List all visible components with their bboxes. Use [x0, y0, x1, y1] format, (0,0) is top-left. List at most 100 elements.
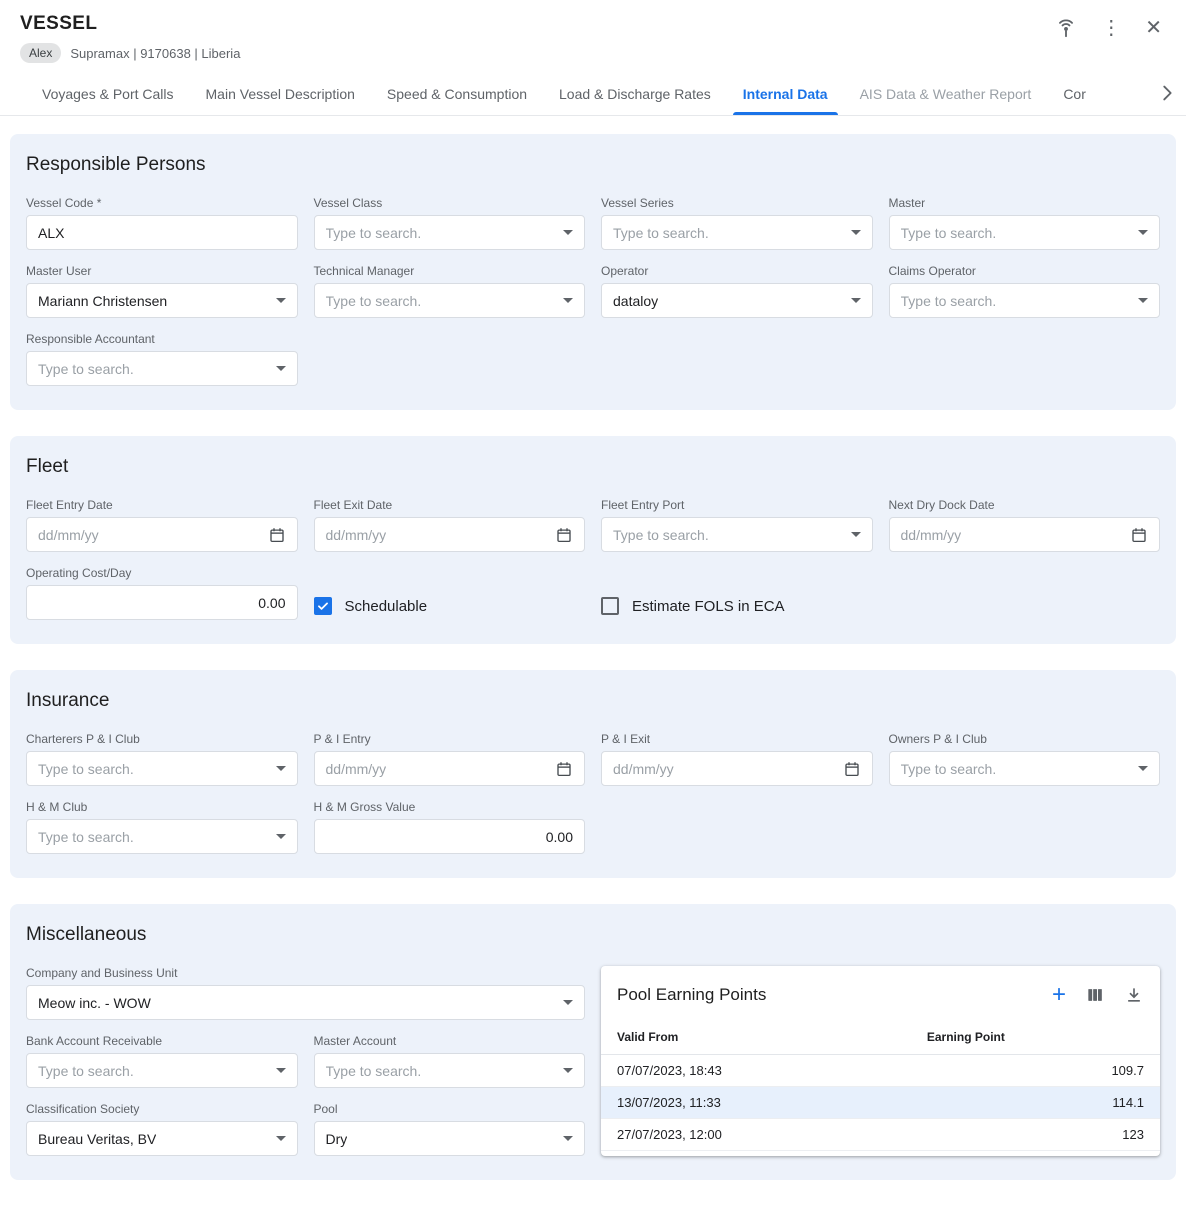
estimate-fols-in-eca-checkbox[interactable]: Estimate FOLS in ECA	[601, 566, 873, 620]
tab-contacts-truncated[interactable]: Cor	[1047, 71, 1102, 115]
header-left: VESSEL Alex Supramax | 9170638 | Liberia	[20, 13, 240, 63]
claims-operator-select[interactable]: Type to search.	[889, 283, 1161, 318]
column-earning-point: Earning Point	[911, 1021, 1160, 1055]
fleet-entry-date-input[interactable]: dd/mm/yy	[26, 517, 298, 552]
charterers-pi-club-label: Charterers P & I Club	[26, 732, 298, 746]
fleet-entry-port-select[interactable]: Type to search.	[601, 517, 873, 552]
tab-voyages-port-calls[interactable]: Voyages & Port Calls	[26, 71, 190, 115]
chevron-down-icon	[276, 366, 286, 371]
download-icon[interactable]	[1124, 985, 1144, 1005]
chevron-down-icon	[563, 1136, 573, 1141]
company-business-unit-select[interactable]: Meow inc. - WOW	[26, 985, 585, 1020]
operating-cost-day-field: Operating Cost/Day	[26, 566, 298, 620]
vessel-series-label: Vessel Series	[601, 196, 873, 210]
estimate-fols-in-eca-checkbox-label: Estimate FOLS in ECA	[632, 598, 785, 615]
master-account-select[interactable]: Type to search.	[314, 1053, 586, 1088]
chevron-down-icon	[563, 230, 573, 235]
operator-field: Operator dataloy	[601, 264, 873, 318]
operator-select[interactable]: dataloy	[601, 283, 873, 318]
tab-internal-data[interactable]: Internal Data	[727, 71, 844, 115]
hm-club-label: H & M Club	[26, 800, 298, 814]
earning-point-cell: 109.7	[911, 1055, 1160, 1087]
calendar-icon[interactable]	[555, 526, 573, 544]
responsible-accountant-label: Responsible Accountant	[26, 332, 298, 346]
pool-select[interactable]: Dry	[314, 1121, 586, 1156]
tab-scroll-right-icon[interactable]	[1152, 71, 1186, 115]
master-field: Master Type to search.	[889, 196, 1161, 250]
tab-main-vessel-description[interactable]: Main Vessel Description	[190, 71, 371, 115]
chevron-down-icon	[563, 1000, 573, 1005]
pool-earning-points-header: Pool Earning Points +	[601, 966, 1160, 1021]
hm-gross-value-label: H & M Gross Value	[314, 800, 586, 814]
tab-load-discharge-rates[interactable]: Load & Discharge Rates	[543, 71, 727, 115]
next-dry-dock-date-field: Next Dry Dock Date dd/mm/yy	[889, 498, 1161, 552]
table-row[interactable]: 27/07/2023, 12:00 123	[601, 1119, 1160, 1151]
pi-exit-field: P & I Exit dd/mm/yy	[601, 732, 873, 786]
claims-operator-field: Claims Operator Type to search.	[889, 264, 1161, 318]
vessel-code-label: Vessel Code *	[26, 196, 298, 210]
fleet-exit-date-input[interactable]: dd/mm/yy	[314, 517, 586, 552]
calendar-icon[interactable]	[555, 760, 573, 778]
fleet-entry-date-field: Fleet Entry Date dd/mm/yy	[26, 498, 298, 552]
bank-account-receivable-field: Bank Account Receivable Type to search.	[26, 1034, 298, 1088]
vessel-code-input[interactable]	[26, 215, 298, 250]
table-row[interactable]: 07/07/2023, 18:43 109.7	[601, 1055, 1160, 1087]
charterers-pi-club-field: Charterers P & I Club Type to search.	[26, 732, 298, 786]
hm-gross-value-input[interactable]	[314, 819, 586, 854]
tab-speed-consumption[interactable]: Speed & Consumption	[371, 71, 543, 115]
technical-manager-select[interactable]: Type to search.	[314, 283, 586, 318]
vessel-class-select[interactable]: Type to search.	[314, 215, 586, 250]
valid-from-cell: 07/07/2023, 18:43	[601, 1055, 911, 1087]
responsible-accountant-field: Responsible Accountant Type to search.	[26, 332, 298, 386]
miscellaneous-section: Miscellaneous Company and Business Unit …	[10, 904, 1176, 1180]
chevron-down-icon	[851, 298, 861, 303]
vessel-class-label: Vessel Class	[314, 196, 586, 210]
owners-pi-club-label: Owners P & I Club	[889, 732, 1161, 746]
charterers-pi-club-select[interactable]: Type to search.	[26, 751, 298, 786]
classification-society-select[interactable]: Bureau Veritas, BV	[26, 1121, 298, 1156]
tab-ais-data-weather-report[interactable]: AIS Data & Weather Report	[844, 71, 1048, 115]
table-row[interactable]: 13/07/2023, 11:33 114.1	[601, 1087, 1160, 1119]
fleet-title: Fleet	[26, 456, 1160, 478]
next-dry-dock-date-input[interactable]: dd/mm/yy	[889, 517, 1161, 552]
calendar-icon[interactable]	[843, 760, 861, 778]
vessel-subtitle: Supramax | 9170638 | Liberia	[70, 46, 240, 61]
page-title: VESSEL	[20, 13, 240, 35]
technical-manager-field: Technical Manager Type to search.	[314, 264, 586, 318]
vessel-series-select[interactable]: Type to search.	[601, 215, 873, 250]
company-business-unit-field: Company and Business Unit Meow inc. - WO…	[26, 966, 585, 1020]
grid-spacer	[889, 566, 1161, 620]
broadcast-icon[interactable]	[1055, 17, 1077, 39]
pi-exit-date-input[interactable]: dd/mm/yy	[601, 751, 873, 786]
technical-manager-label: Technical Manager	[314, 264, 586, 278]
responsible-accountant-select[interactable]: Type to search.	[26, 351, 298, 386]
checkbox-unchecked-icon	[601, 597, 619, 615]
fleet-entry-port-field: Fleet Entry Port Type to search.	[601, 498, 873, 552]
schedulable-checkbox[interactable]: Schedulable	[314, 566, 586, 620]
window-header: VESSEL Alex Supramax | 9170638 | Liberia…	[0, 0, 1186, 63]
hm-club-select[interactable]: Type to search.	[26, 819, 298, 854]
insurance-section: Insurance Charterers P & I Club Type to …	[10, 670, 1176, 878]
miscellaneous-grid: Company and Business Unit Meow inc. - WO…	[26, 966, 1160, 1156]
master-user-select[interactable]: Mariann Christensen	[26, 283, 298, 318]
pi-entry-date-input[interactable]: dd/mm/yy	[314, 751, 586, 786]
owners-pi-club-field: Owners P & I Club Type to search.	[889, 732, 1161, 786]
insurance-title: Insurance	[26, 690, 1160, 712]
fleet-exit-date-label: Fleet Exit Date	[314, 498, 586, 512]
pool-earning-points-actions: +	[1052, 983, 1144, 1007]
calendar-icon[interactable]	[1130, 526, 1148, 544]
chevron-down-icon	[276, 1136, 286, 1141]
bank-account-receivable-select[interactable]: Type to search.	[26, 1053, 298, 1088]
kebab-menu-icon[interactable]: ⋮	[1101, 18, 1121, 38]
operating-cost-day-input[interactable]	[26, 585, 298, 620]
master-account-label: Master Account	[314, 1034, 586, 1048]
owners-pi-club-select[interactable]: Type to search.	[889, 751, 1161, 786]
columns-icon[interactable]	[1085, 985, 1105, 1005]
master-label: Master	[889, 196, 1161, 210]
calendar-icon[interactable]	[268, 526, 286, 544]
fleet-exit-date-field: Fleet Exit Date dd/mm/yy	[314, 498, 586, 552]
master-select[interactable]: Type to search.	[889, 215, 1161, 250]
add-row-icon[interactable]: +	[1052, 983, 1066, 1007]
close-icon[interactable]: ✕	[1145, 18, 1162, 38]
header-actions: ⋮ ✕	[1055, 13, 1162, 39]
